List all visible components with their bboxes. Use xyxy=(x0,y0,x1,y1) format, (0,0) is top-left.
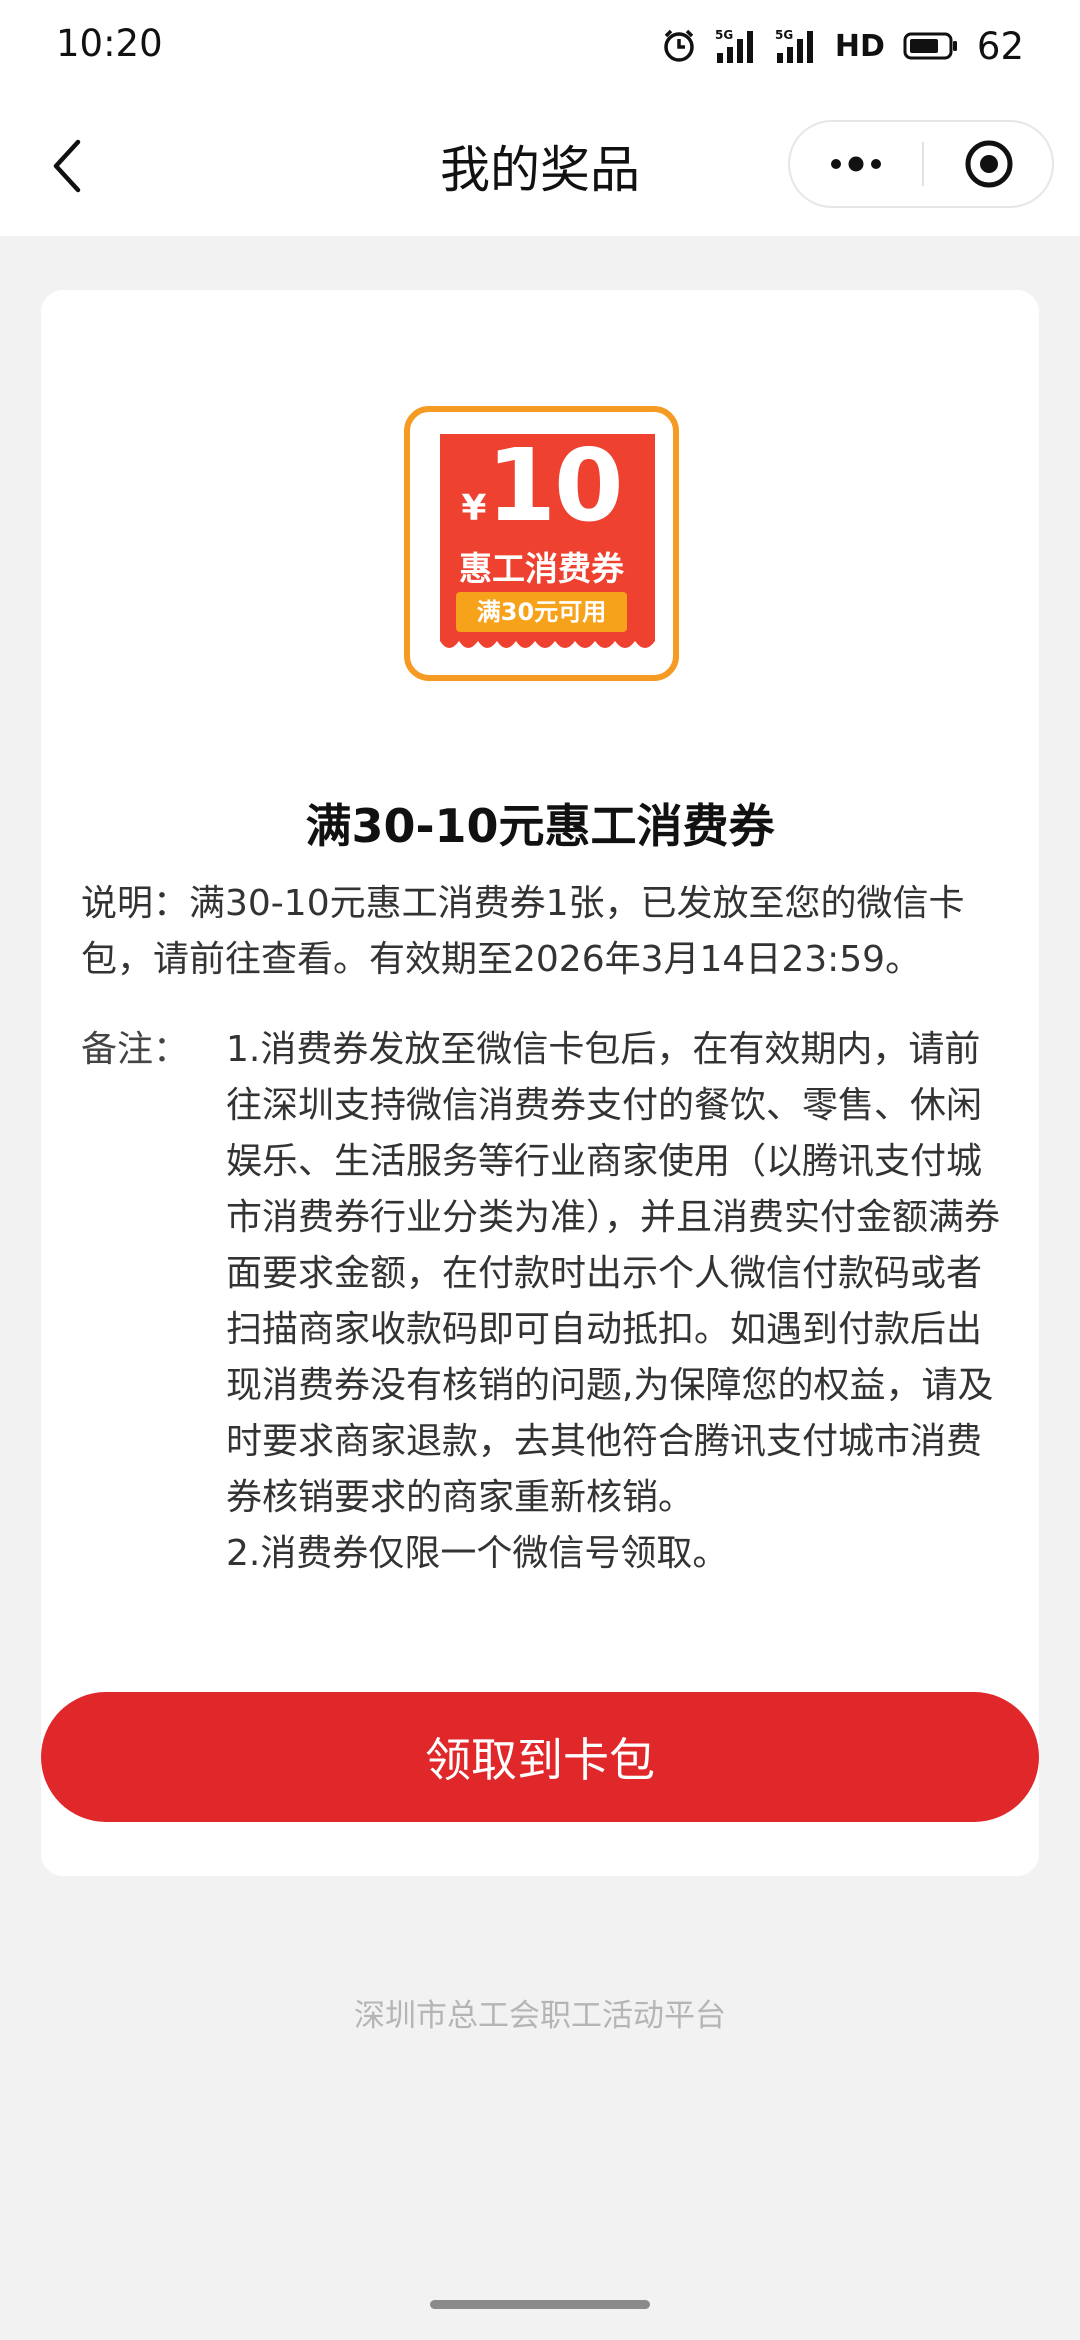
status-bar: 10:20 5G 5G HD 62 xyxy=(0,0,1080,96)
more-button[interactable] xyxy=(790,122,922,206)
chevron-left-icon xyxy=(53,139,81,193)
signal-5g-icon: 5G xyxy=(775,27,817,65)
footer-text: 深圳市总工会职工活动平台 xyxy=(354,1998,726,2034)
target-close-icon xyxy=(965,140,1013,188)
status-time: 10:20 xyxy=(56,22,163,65)
svg-text:5G: 5G xyxy=(715,28,733,42)
coupon-amount: ¥10 xyxy=(404,436,679,536)
note-body: 1.消费券发放至微信卡包后，在有效期内，请前往深圳支持微信消费券支付的餐饮、零售… xyxy=(226,1022,1011,1582)
hd-indicator: HD xyxy=(834,28,885,64)
coupon-name: 惠工消费券 xyxy=(459,549,624,588)
status-icons: 5G 5G HD 62 xyxy=(661,24,1024,68)
coupon-image: ¥10 惠工消费券 满30元可用 xyxy=(404,406,679,681)
prize-title: 满30-10元惠工消费券 xyxy=(305,799,775,853)
svg-text:5G: 5G xyxy=(775,28,793,42)
back-button[interactable] xyxy=(38,132,96,200)
more-dots-icon xyxy=(831,156,881,172)
note-label: 备注： xyxy=(81,1029,190,1070)
page-title: 我的奖品 xyxy=(440,141,640,199)
prize-card: ¥10 惠工消费券 满30元可用 满30-10元惠工消费券 说明：满30-10元… xyxy=(41,290,1039,1876)
claim-to-wallet-button[interactable]: 领取到卡包 xyxy=(41,1692,1039,1822)
coupon-currency: ¥ xyxy=(461,488,487,529)
battery-icon xyxy=(903,31,959,61)
note-item: 1.消费券发放至微信卡包后，在有效期内，请前往深圳支持微信消费券支付的餐饮、零售… xyxy=(226,1029,1001,1518)
alarm-icon xyxy=(661,28,697,64)
miniprogram-capsule xyxy=(788,120,1054,208)
coupon-value: 10 xyxy=(486,427,623,544)
note-item: 2.消费券仅限一个微信号领取。 xyxy=(226,1533,729,1574)
prize-description: 说明：满30-10元惠工消费券1张，已发放至您的微信卡包，请前往查看。有效期至2… xyxy=(81,883,965,980)
signal-5g-icon: 5G xyxy=(715,27,757,65)
close-miniprogram-button[interactable] xyxy=(924,122,1054,206)
home-indicator[interactable] xyxy=(430,2300,650,2309)
nav-bar: 我的奖品 xyxy=(0,96,1080,236)
battery-level: 62 xyxy=(976,24,1024,68)
coupon-condition: 满30元可用 xyxy=(456,592,627,632)
